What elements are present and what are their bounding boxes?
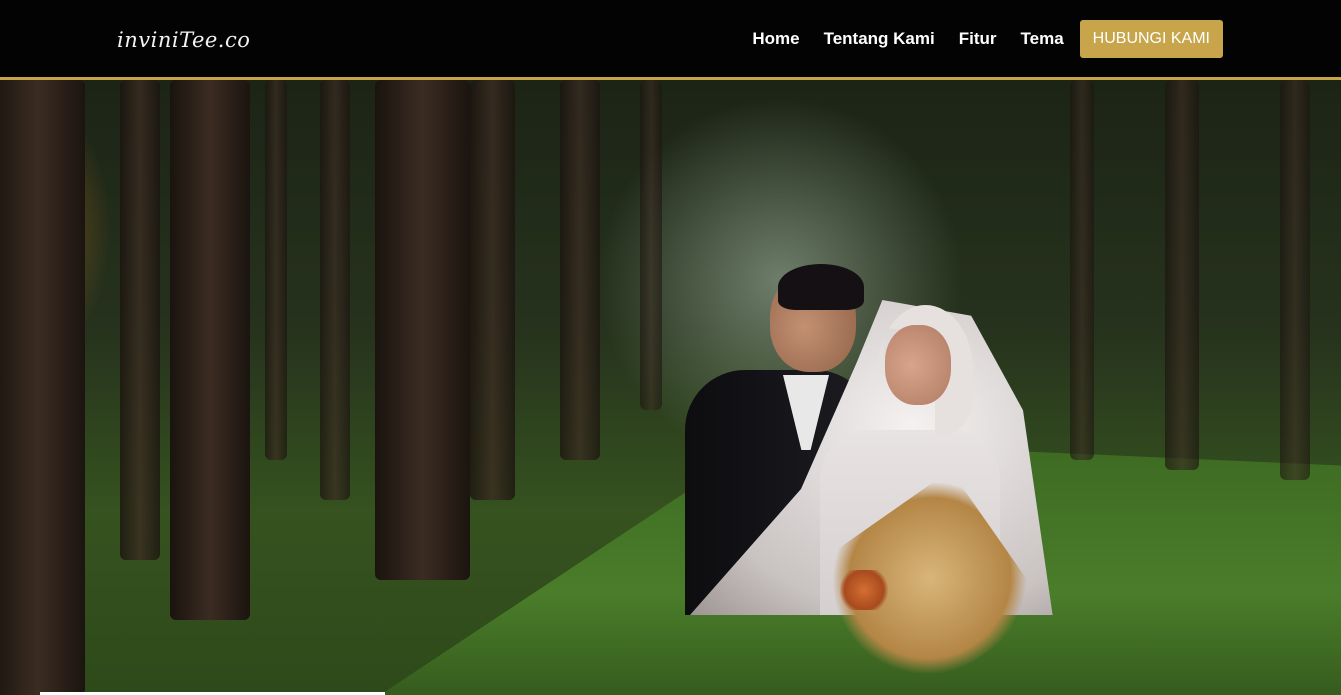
nav-link-home[interactable]: Home bbox=[752, 29, 799, 49]
site-logo[interactable]: inviniTee.co bbox=[117, 14, 250, 66]
tree-trunk bbox=[0, 80, 85, 695]
tree-trunk bbox=[320, 80, 350, 500]
tree-trunk bbox=[375, 80, 470, 580]
tree-trunk bbox=[265, 80, 287, 460]
tree-trunk bbox=[1165, 80, 1199, 470]
logo-text: inviniTee.co bbox=[117, 28, 251, 52]
nav-links: Home Tentang Kami Fitur Tema HUBUNGI KAM… bbox=[728, 20, 1223, 58]
tree-trunk bbox=[470, 80, 515, 500]
nav-link-tema[interactable]: Tema bbox=[1021, 29, 1064, 49]
contact-us-button[interactable]: HUBUNGI KAMI bbox=[1079, 20, 1223, 58]
top-navbar: inviniTee.co Home Tentang Kami Fitur Tem… bbox=[0, 0, 1341, 80]
bride-face bbox=[885, 325, 951, 405]
tree-trunk bbox=[640, 80, 662, 410]
nav-link-fitur[interactable]: Fitur bbox=[959, 29, 997, 49]
tree-trunk bbox=[170, 80, 250, 620]
hero-image bbox=[0, 80, 1341, 695]
bouquet-flowers bbox=[838, 570, 890, 610]
tree-trunk bbox=[560, 80, 600, 460]
tree-trunk bbox=[1280, 80, 1310, 480]
tree-trunk bbox=[1070, 80, 1094, 460]
groom-hair bbox=[778, 264, 864, 310]
tree-trunk bbox=[120, 80, 160, 560]
nav-link-tentang-kami[interactable]: Tentang Kami bbox=[824, 29, 935, 49]
